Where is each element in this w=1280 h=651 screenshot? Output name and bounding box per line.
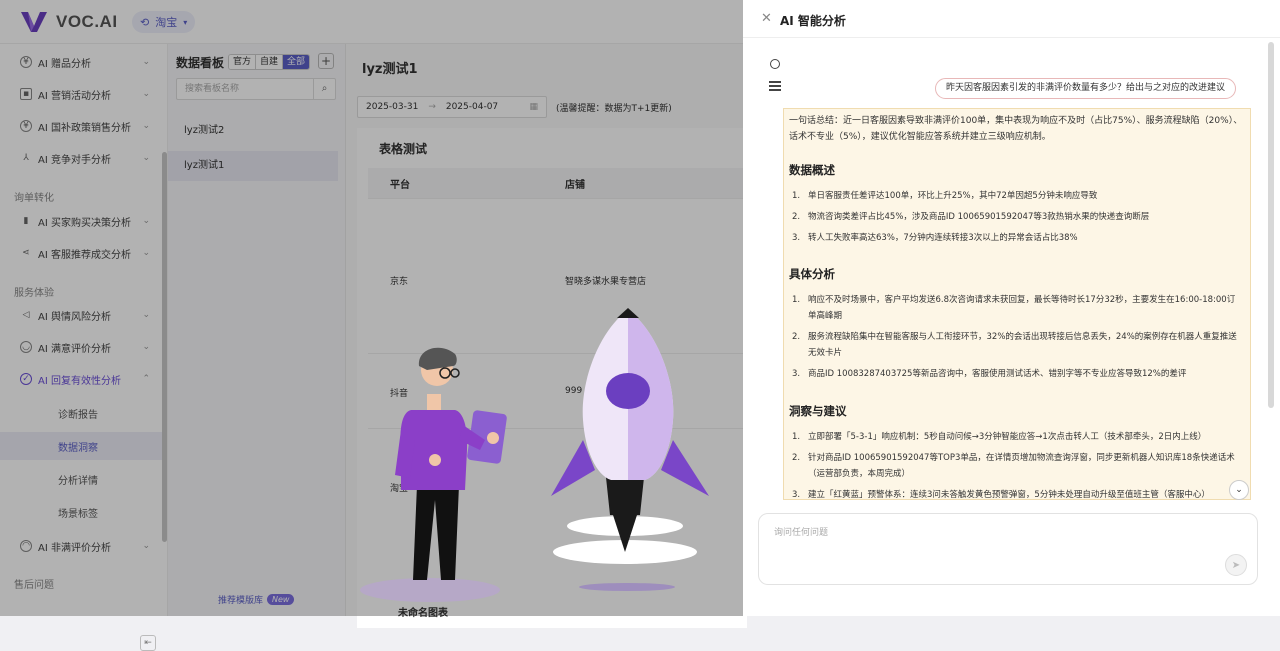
send-icon[interactable]: ➤ — [1225, 554, 1247, 576]
list-item-text: 服务流程缺陷集中在智能客服与人工衔接环节，32%的会话出现转接后信息丢失，24%… — [808, 332, 1237, 358]
list-item: 3. 商品ID 10083287403725等新品咨询中，客服使用测试话术、错别字… — [792, 369, 1187, 379]
rocket-illustration — [360, 308, 709, 602]
list-item-text: 立即部署「5-3-1」响应机制：5秒自动问候→3分钟智能应答→1次点击转人工（技… — [808, 432, 1207, 442]
chat-input-placeholder: 询问任何问题 — [774, 528, 829, 538]
close-icon[interactable]: ✕ — [761, 11, 772, 26]
section-heading: 具体分析 — [789, 267, 835, 281]
list-item: 1. 响应不及时场景中，客户平均发送6.8次咨询请求未获回复，最长等待时长17分3… — [792, 295, 1236, 321]
drawer-scrollbar[interactable] — [1268, 42, 1274, 408]
list-item: 1. 立即部署「5-3-1」响应机制：5秒自动问候→3分钟智能应答→1次点击转人工… — [792, 432, 1207, 442]
chat-input[interactable]: 询问任何问题 ➤ — [758, 513, 1258, 585]
section-heading: 数据概述 — [789, 163, 835, 177]
list-item: 3. 建立「红黄蓝」预警体系：连续3问未答触发黄色预警弹窗，5分钟未处理自动升级至… — [792, 490, 1210, 500]
list-item-text: 针对商品ID 10065901592047等TOP3单品，在详情页增加物流查询浮… — [808, 453, 1235, 479]
list-item-text: 转人工失败率高达63%，7分钟内连续转接3次以上的异常会话占比38% — [808, 233, 1078, 243]
list-item-text: 建立「红黄蓝」预警体系：连续3问未答触发黄色预警弹窗，5分钟未处理自动升级至值班… — [808, 490, 1210, 500]
list-item: 2. 物流咨询类差评占比45%，涉及商品ID 10065901592047等3款热… — [792, 212, 1150, 222]
ai-answer-block: 一句话总结：近一日客服因素导致非满评价100单，集中表现为响应不及时（占比75%… — [783, 108, 1251, 500]
list-item-text: 响应不及时场景中，客户平均发送6.8次咨询请求未获回复，最长等待时长17分32秒… — [808, 295, 1236, 321]
ai-analysis-drawer: ✕ AI 智能分析 昨天因客服因素引发的非满评价数量有多少？给出与之对应的改进建… — [743, 0, 1280, 616]
scroll-down-icon[interactable]: ⌄ — [1229, 480, 1249, 500]
section-heading: 洞察与建议 — [789, 404, 847, 418]
history-list-icon[interactable] — [769, 81, 781, 91]
list-item: 2. 针对商品ID 10065901592047等TOP3单品，在详情页增加物流查… — [792, 453, 1235, 479]
collapse-sidebar-icon[interactable]: ⇤ — [140, 635, 156, 651]
answer-summary: 一句话总结：近一日客服因素导致非满评价100单，集中表现为响应不及时（占比75%… — [789, 116, 1243, 142]
list-item-text: 单日客服责任差评达100单，环比上升25%，其中72单因超5分钟未响应导致 — [808, 191, 1098, 201]
list-item-text: 商品ID 10083287403725等新品咨询中，客服使用测试话术、错别字等不… — [808, 369, 1187, 379]
app-window: VOC.AI ⟲ 淘宝 ▾ ¥ AI 赠品分析 ⌄ ▪ AI 营销活动分析 ⌄ … — [0, 0, 1280, 651]
list-item-text: 物流咨询类差评占比45%，涉及商品ID 10065901592047等3款热销水… — [808, 212, 1150, 222]
list-item: 1. 单日客服责任差评达100单，环比上升25%，其中72单因超5分钟未响应导致 — [792, 191, 1098, 201]
list-item: 3. 转人工失败率高达63%，7分钟内连续转接3次以上的异常会话占比38% — [792, 233, 1078, 243]
list-item: 2. 服务流程缺陷集中在智能客服与人工衔接环节，32%的会话出现转接后信息丢失，2… — [792, 332, 1237, 358]
new-chat-icon[interactable] — [770, 59, 780, 69]
divider — [743, 37, 1280, 38]
user-question-bubble: 昨天因客服因素引发的非满评价数量有多少？给出与之对应的改进建议 — [935, 78, 1237, 99]
drawer-title: AI 智能分析 — [780, 14, 846, 28]
